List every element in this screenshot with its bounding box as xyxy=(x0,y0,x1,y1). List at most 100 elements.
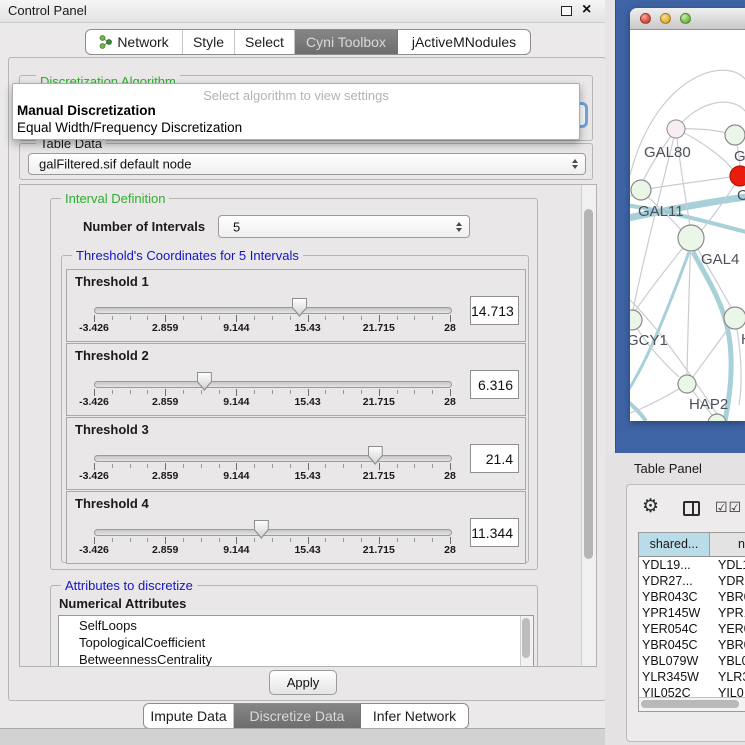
threshold-value-field[interactable]: 14.713 xyxy=(470,296,519,325)
slider-track[interactable] xyxy=(94,455,452,462)
tab-cyni-toolbox[interactable]: Cyni Toolbox xyxy=(295,30,398,54)
network-node[interactable] xyxy=(708,414,726,421)
threshold-label: Threshold 4 xyxy=(75,496,149,511)
table-data-combo[interactable]: galFiltered.sif default node xyxy=(28,153,586,175)
network-node-gal4[interactable] xyxy=(678,225,704,251)
slider-tick xyxy=(112,464,113,468)
column-header-1[interactable]: shared... xyxy=(639,533,710,556)
slider-track[interactable] xyxy=(94,529,452,536)
float-window-icon[interactable] xyxy=(561,6,572,16)
cell-name: YDR2 xyxy=(718,573,745,589)
network-node-g[interactable] xyxy=(725,125,745,145)
attributes-scrollbar-thumb[interactable] xyxy=(522,618,530,658)
slider-tick xyxy=(219,538,220,542)
slider-scale-label: 21.715 xyxy=(363,396,395,408)
slider-thumb[interactable] xyxy=(197,372,212,391)
slider-tick xyxy=(414,464,415,468)
slider-thumb[interactable] xyxy=(254,520,269,539)
slider-track[interactable] xyxy=(94,307,452,314)
algorithm-option-manual-discretization[interactable]: Manual Discretization xyxy=(17,103,156,118)
tab-select[interactable]: Select xyxy=(235,30,295,54)
network-node-gal80[interactable] xyxy=(667,120,685,138)
table-row[interactable]: YER054CYER0 xyxy=(639,621,745,637)
tab-discretize-data[interactable]: Discretize Data xyxy=(234,704,361,728)
network-node-c[interactable] xyxy=(730,166,745,186)
settings-scrollbar-thumb[interactable] xyxy=(584,209,593,559)
table-row[interactable]: YIL052CYIL0 xyxy=(639,685,745,697)
select-all-checks-icon[interactable]: ☑☑ xyxy=(715,499,742,516)
settings-vertical-scrollbar[interactable] xyxy=(581,185,596,666)
slider-scale-label: 28 xyxy=(444,470,456,482)
settings-gear-icon[interactable]: ⚙ xyxy=(642,496,659,518)
tab-impute-data[interactable]: Impute Data xyxy=(144,704,234,728)
network-node-h[interactable] xyxy=(724,307,745,329)
slider-tick xyxy=(165,537,166,544)
slider-track[interactable] xyxy=(94,381,452,388)
slider-scale-label: 2.859 xyxy=(152,544,178,556)
cell-shared-name: YBR045C xyxy=(642,637,708,653)
attributes-scrollbar[interactable] xyxy=(520,616,533,667)
slider-scale-label: -3.426 xyxy=(79,322,109,334)
zoom-window-icon[interactable] xyxy=(680,13,691,24)
table-row[interactable]: YBR045C YBR0 xyxy=(639,637,745,653)
slider-tick xyxy=(325,390,326,394)
cell-name: YDL1 xyxy=(718,557,745,573)
slider-tick xyxy=(272,316,273,320)
apply-button[interactable]: Apply xyxy=(269,670,337,695)
control-panel: Control Panel × NetworkStyleSelect Cyni T… xyxy=(0,0,605,745)
threshold-value-field[interactable]: 21.4 xyxy=(470,444,519,473)
table-row[interactable]: YBR043CYBR0 xyxy=(639,589,745,605)
table-row[interactable]: YDL19...YDL1 xyxy=(639,557,745,573)
threshold-label: Threshold 2 xyxy=(75,348,149,363)
tab-infer-network[interactable]: Infer Network xyxy=(361,704,468,728)
tab-label: Infer Network xyxy=(373,708,456,724)
slider-scale-label: 2.859 xyxy=(152,470,178,482)
attribute-item-betweennesscentrality[interactable]: BetweennessCentrality xyxy=(79,651,212,667)
threshold-panel-2: Threshold 2-3.4262.8599.14415.4321.71528… xyxy=(66,343,526,416)
close-icon[interactable]: × xyxy=(582,0,591,20)
table-row[interactable]: YPR145WYPR1 xyxy=(639,605,745,621)
network-window[interactable]: GAL80GCGAL11GAL4GCY1HHAP2 xyxy=(630,8,745,421)
numerical-attributes-label: Numerical Attributes xyxy=(59,596,186,611)
network-node-gal11[interactable] xyxy=(631,180,651,200)
threshold-value-field[interactable]: 6.316 xyxy=(470,370,519,399)
close-window-icon[interactable] xyxy=(640,13,651,24)
cell-name: YBR0 xyxy=(718,637,745,653)
threshold-value-field[interactable]: 11.344 xyxy=(470,518,519,547)
slider-thumb[interactable] xyxy=(368,446,383,465)
table-horizontal-scrollbar[interactable] xyxy=(639,697,745,711)
table-row[interactable]: YLR345WYLR3 xyxy=(639,669,745,685)
thresholds-group-title: Threshold's Coordinates for 5 Intervals xyxy=(72,248,303,263)
network-node-hap2[interactable] xyxy=(678,375,696,393)
tab-label: Cyni Toolbox xyxy=(306,34,386,50)
network-canvas[interactable]: GAL80GCGAL11GAL4GCY1HHAP2 xyxy=(630,30,745,421)
attributes-group-title: Attributes to discretize xyxy=(61,578,197,593)
tab-jactivemnodules[interactable]: jActiveMNodules xyxy=(398,30,530,54)
table-scrollbar-thumb[interactable] xyxy=(641,700,739,708)
slider-tick xyxy=(343,316,344,320)
minimize-window-icon[interactable] xyxy=(660,13,671,24)
table-row[interactable]: YBL079WYBL0 xyxy=(639,653,745,669)
slider-tick xyxy=(272,464,273,468)
tab-network[interactable]: Network xyxy=(86,30,183,54)
slider-tick xyxy=(450,463,451,470)
slider-tick xyxy=(290,316,291,320)
slider-tick xyxy=(432,538,433,542)
network-node-gcy1[interactable] xyxy=(630,310,642,330)
tab-style[interactable]: Style xyxy=(183,30,235,54)
control-panel-title: Control Panel xyxy=(8,3,87,18)
network-svg: GAL80GCGAL11GAL4GCY1HHAP2 xyxy=(630,30,745,421)
slider-tick xyxy=(94,463,95,470)
slider-thumb[interactable] xyxy=(292,298,307,317)
slider-tick xyxy=(325,464,326,468)
cell-name: YBR0 xyxy=(718,589,745,605)
column-header-2[interactable]: na xyxy=(710,533,745,556)
num-intervals-spinner[interactable]: 5 xyxy=(218,215,470,238)
table-row[interactable]: YDR27...YDR2 xyxy=(639,573,745,589)
algorithm-option-equal-width-frequency-discretization[interactable]: Equal Width/Frequency Discretization xyxy=(17,120,242,135)
network-window-titlebar[interactable] xyxy=(630,8,745,30)
show-columns-icon[interactable] xyxy=(683,501,700,516)
top-tab-bar: NetworkStyleSelect Cyni Toolbox jActiveMNo… xyxy=(85,29,531,55)
attribute-item-topologicalcoefficient[interactable]: TopologicalCoefficient xyxy=(79,634,205,651)
attribute-item-selfloops[interactable]: SelfLoops xyxy=(79,617,137,634)
